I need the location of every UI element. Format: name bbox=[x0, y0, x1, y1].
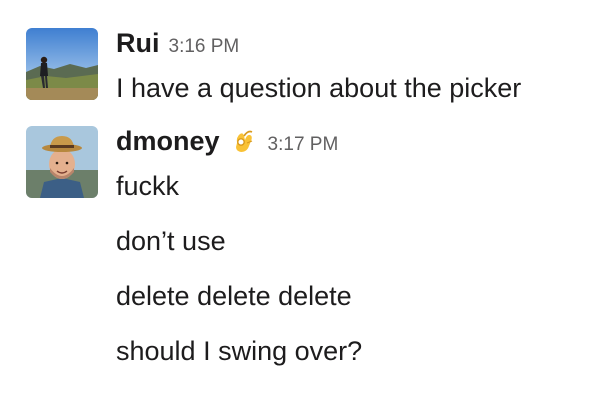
timestamp[interactable]: 3:17 PM bbox=[268, 134, 339, 156]
avatar-rui-photo bbox=[26, 28, 98, 100]
sender-name[interactable]: dmoney bbox=[116, 126, 220, 157]
message-text: I have a question about the picker bbox=[116, 73, 522, 103]
message-text: delete delete delete bbox=[116, 281, 352, 311]
avatar[interactable] bbox=[26, 28, 98, 100]
sender-name[interactable]: Rui bbox=[116, 28, 160, 59]
timestamp[interactable]: 3:16 PM bbox=[169, 36, 240, 58]
message-text: fuckk bbox=[116, 171, 180, 201]
message-text: should I swing over? bbox=[116, 336, 363, 366]
avatar-dmoney-photo bbox=[26, 126, 98, 198]
ok-hand-emoji-icon[interactable] bbox=[230, 128, 258, 156]
message-text: don’t use bbox=[116, 226, 226, 256]
avatar[interactable] bbox=[26, 126, 98, 198]
